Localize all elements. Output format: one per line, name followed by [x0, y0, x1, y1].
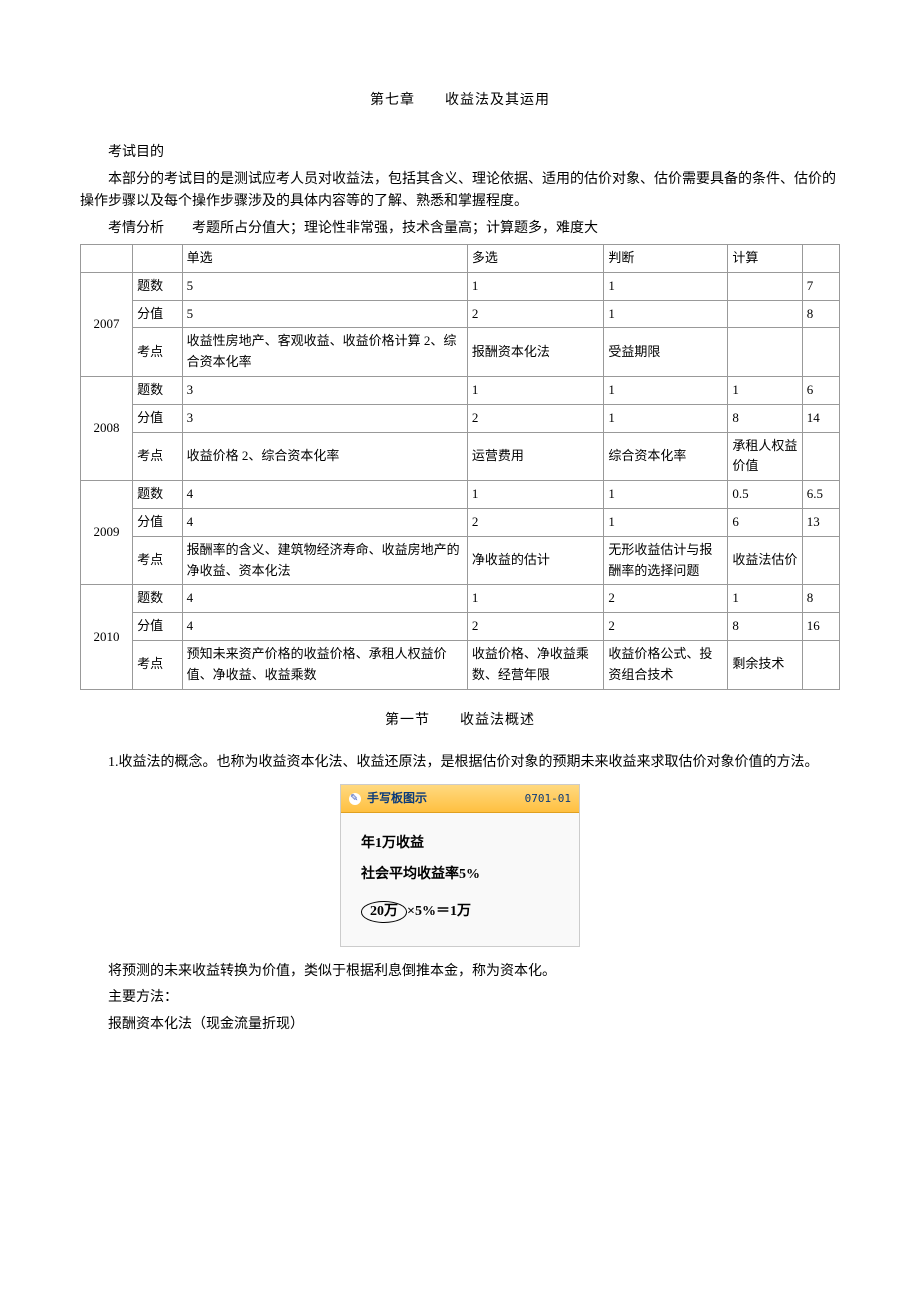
chapter-title: 第七章 收益法及其运用 — [80, 90, 840, 112]
table-row: 2010 题数 4 1 2 1 8 — [81, 585, 840, 613]
table-row: 分值 4 2 1 6 13 — [81, 508, 840, 536]
col-single: 单选 — [182, 244, 467, 272]
table-row: 分值 5 2 1 8 — [81, 300, 840, 328]
exam-analysis-table: 单选 多选 判断 计算 2007 题数 5 1 1 7 分值 5 2 1 8 考… — [80, 244, 840, 690]
table-row: 考点 收益性房地产、客观收益、收益价格计算 2、综合资本化率 报酬资本化法 受益… — [81, 328, 840, 377]
concept-paragraph: 1.收益法的概念。也称为收益资本化法、收益还原法，是根据估价对象的预期未来收益来… — [80, 752, 840, 774]
section-title: 第一节 收益法概述 — [80, 710, 840, 732]
illu-line-3: 20万×5%＝1万 — [361, 897, 471, 928]
exam-analysis-text: 考题所占分值大；理论性非常强，技术含量高；计算题多，难度大 — [192, 221, 598, 236]
table-row: 考点 报酬率的含义、建筑物经济寿命、收益房地产的净收益、资本化法 净收益的估计 … — [81, 536, 840, 585]
table-row: 分值 4 2 2 8 16 — [81, 613, 840, 641]
year-cell: 2007 — [81, 272, 133, 376]
illustration-body: 年1万收益 社会平均收益率5% 20万×5%＝1万 — [341, 813, 579, 945]
table-row: 考点 收益价格 2、综合资本化率 运营费用 综合资本化率 承租人权益价值 — [81, 432, 840, 481]
year-cell: 2008 — [81, 376, 133, 480]
col-multi: 多选 — [467, 244, 603, 272]
formula-rest: ×5%＝1万 — [407, 904, 471, 919]
col-judge: 判断 — [604, 244, 728, 272]
row-label-score: 分值 — [133, 300, 183, 328]
illustration-code: 0701-01 — [525, 790, 571, 808]
illu-line-1: 年1万收益 — [361, 829, 559, 860]
year-cell: 2009 — [81, 481, 133, 585]
exam-analysis-prefix: 考情分析 — [108, 221, 164, 236]
paragraph-methods-heading: 主要方法： — [80, 987, 840, 1009]
illustration-header: 手写板图示 0701-01 — [341, 785, 579, 813]
year-cell: 2010 — [81, 585, 133, 689]
table-row: 2007 题数 5 1 1 7 — [81, 272, 840, 300]
exam-objective-text: 本部分的考试目的是测试应考人员对收益法，包括其含义、理论依据、适用的估价对象、估… — [80, 169, 840, 214]
table-row: 2009 题数 4 1 1 0.5 6.5 — [81, 481, 840, 509]
paragraph-method-1: 报酬资本化法（现金流量折现） — [80, 1014, 840, 1036]
col-calc: 计算 — [728, 244, 802, 272]
illustration-box: 手写板图示 0701-01 年1万收益 社会平均收益率5% 20万×5%＝1万 — [340, 784, 580, 947]
row-label-point: 考点 — [133, 328, 183, 377]
exam-analysis: 考情分析 考题所占分值大；理论性非常强，技术含量高；计算题多，难度大 — [80, 218, 840, 240]
illustration-header-label: 手写板图示 — [367, 789, 519, 808]
paragraph-capitalization: 将预测的未来收益转换为价值，类似于根据利息倒推本金，称为资本化。 — [80, 961, 840, 983]
table-row: 2008 题数 3 1 1 1 6 — [81, 376, 840, 404]
pen-icon — [349, 793, 361, 805]
illu-line-2: 社会平均收益率5% — [361, 860, 559, 891]
table-row: 考点 预知未来资产价格的收益价格、承租人权益价值、净收益、收益乘数 收益价格、净… — [81, 640, 840, 689]
circled-value: 20万 — [361, 901, 407, 923]
row-label-count: 题数 — [133, 272, 183, 300]
table-header-row: 单选 多选 判断 计算 — [81, 244, 840, 272]
exam-objective-heading: 考试目的 — [80, 142, 840, 164]
table-row: 分值 3 2 1 8 14 — [81, 404, 840, 432]
